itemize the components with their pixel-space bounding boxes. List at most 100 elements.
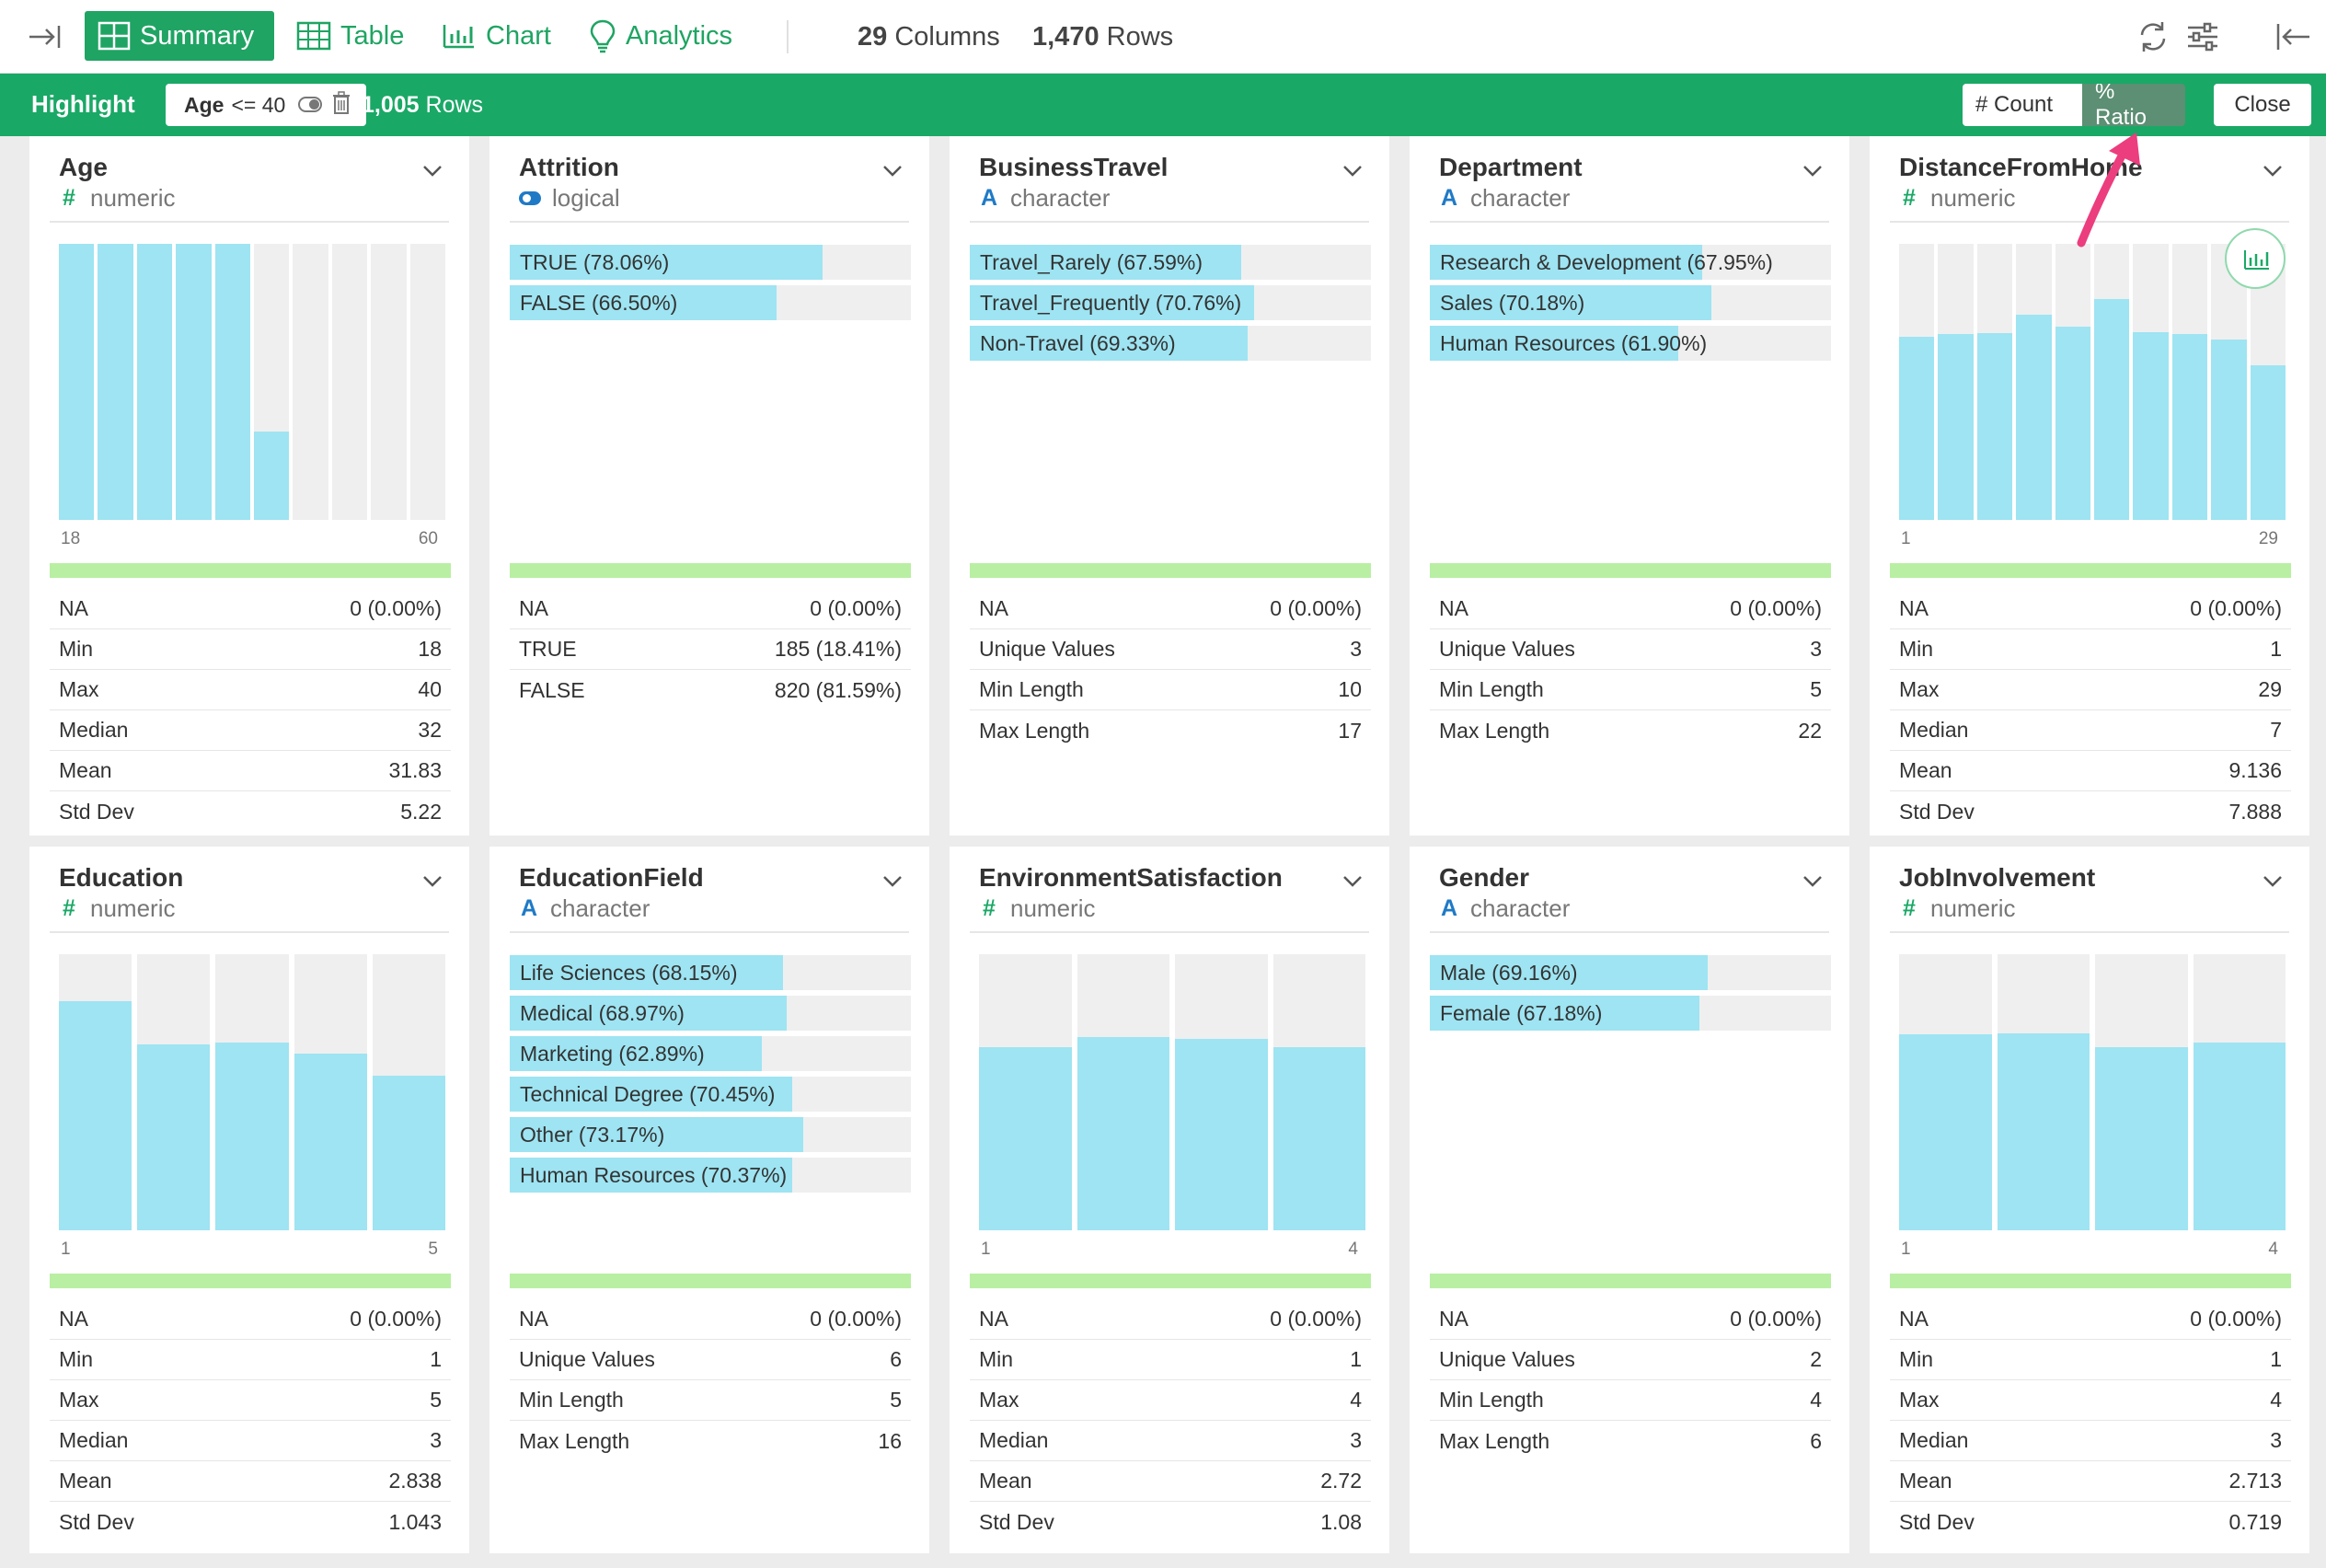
histogram[interactable] [59,244,445,520]
category-row[interactable]: Travel_Rarely (67.59%) [970,245,1371,280]
stat-value: 6 [890,1347,902,1371]
histogram-bar-fill [1175,1038,1268,1230]
histogram-bar[interactable] [254,244,290,520]
count-button[interactable]: # Count [1963,84,2082,126]
histogram-bar[interactable] [98,244,133,520]
numeric-type-icon: # [63,185,75,211]
category-row[interactable]: Sales (70.18%) [1430,285,1831,320]
stat-value: 3 [2270,1428,2282,1452]
histogram-bar-fill [1938,333,1974,520]
histogram-bar[interactable] [137,954,211,1230]
histogram[interactable] [59,954,445,1230]
stat-label: Unique Values [1439,637,1575,661]
histogram-bar[interactable] [1899,954,1992,1230]
histogram-bar[interactable] [372,954,445,1230]
column-type: # numeric [1899,894,2015,923]
histogram[interactable] [1899,954,2286,1230]
histogram-bar[interactable] [371,244,407,520]
histogram-bar[interactable] [409,244,445,520]
stat-label: Max Length [1439,718,1550,743]
histogram-bar[interactable] [1997,954,2090,1230]
histogram-bar[interactable] [331,244,368,520]
tab-table[interactable]: Table [283,11,417,61]
histogram-bar[interactable] [59,954,132,1230]
category-row[interactable]: Human Resources (70.37%) [510,1158,911,1193]
histogram-bar[interactable] [215,954,289,1230]
histogram-bar[interactable] [979,954,1072,1230]
histogram-bar[interactable] [2193,954,2286,1230]
stat-value: 3 [430,1428,442,1452]
histogram-bar[interactable] [2171,244,2208,520]
histogram-bar[interactable] [1938,244,1974,520]
axis-min-label: 1 [1901,529,1911,548]
lightbulb-icon [590,19,616,53]
histogram-bar[interactable] [293,244,328,520]
chevron-down-icon[interactable] [1802,874,1824,889]
chart-view-button[interactable] [2225,228,2286,289]
histogram-bar[interactable] [2133,244,2169,520]
histogram-bar[interactable] [1077,954,1169,1230]
tab-summary[interactable]: Summary [85,11,274,61]
chevron-down-icon[interactable] [1341,164,1364,179]
histogram-bar[interactable] [1976,244,2013,520]
chevron-down-icon[interactable] [1341,874,1364,889]
histogram-bar[interactable] [1899,244,1935,520]
refresh-icon[interactable] [2133,17,2173,57]
histogram-bar[interactable] [2095,954,2188,1230]
category-bars: Male (69.16%) Female (67.18%) [1430,955,1831,1036]
histogram-bar-fill [214,244,250,520]
category-row[interactable]: Non-Travel (69.33%) [970,326,1371,361]
histogram-bar[interactable] [136,244,173,520]
histogram-bar[interactable] [294,954,367,1230]
axis-max-label: 5 [428,1239,438,1259]
chevron-down-icon[interactable] [2262,164,2284,179]
category-row[interactable]: Technical Degree (70.45%) [510,1077,911,1112]
category-row[interactable]: Marketing (62.89%) [510,1036,911,1071]
histogram-bar[interactable] [1175,954,1268,1230]
histogram-bar[interactable] [2016,244,2052,520]
category-row[interactable]: TRUE (78.06%) [510,245,911,280]
histogram[interactable] [979,954,1365,1230]
chevron-down-icon[interactable] [881,874,904,889]
stat-label: NA [979,1307,1008,1331]
histogram-bar[interactable] [2094,244,2130,520]
category-label: FALSE (66.50%) [520,291,678,315]
histogram-bar[interactable] [214,244,250,520]
category-row[interactable]: Research & Development (67.95%) [1430,245,1831,280]
category-row[interactable]: Female (67.18%) [1430,996,1831,1031]
highlight-ratio-bar [970,563,1371,578]
category-row[interactable]: Human Resources (61.90%) [1430,326,1831,361]
chevron-down-icon[interactable] [2262,874,2284,889]
histogram-bar[interactable] [59,244,95,520]
close-button[interactable]: Close [2214,84,2311,126]
expand-sidebar-icon[interactable] [26,18,63,55]
column-card: EducationField Acharacter Life Sciences (6… [489,847,929,1553]
histogram-bar[interactable] [1272,954,1365,1230]
category-row[interactable]: Medical (68.97%) [510,996,911,1031]
chevron-down-icon[interactable] [1802,164,1824,179]
collapse-panel-icon[interactable] [2273,17,2313,57]
settings-sliders-icon[interactable] [2182,17,2223,57]
highlight-filter-pill[interactable]: Age <= 40 [166,84,366,126]
category-row[interactable]: Other (73.17%) [510,1117,911,1152]
stat-label: Unique Values [979,637,1115,661]
chevron-down-icon[interactable] [881,164,904,179]
filter-toggle[interactable] [298,97,322,112]
ratio-button[interactable]: % Ratio [2082,84,2185,126]
category-row[interactable]: Life Sciences (68.15%) [510,955,911,990]
histogram-bar[interactable] [2055,244,2090,520]
stat-row: Min 18 [50,629,451,670]
category-row[interactable]: FALSE (66.50%) [510,285,911,320]
chevron-down-icon[interactable] [421,164,443,179]
stats-table: NA 0 (0.00%) Min 1 Max 5 Median 3 Mean 2.838 Std D… [50,1299,451,1542]
highlight-bar: Highlight Age <= 40 1,005 Rows # Count %… [0,74,2326,136]
histogram-bar[interactable] [176,244,212,520]
stat-row: Std Dev 1.08 [970,1502,1371,1542]
category-label: TRUE (78.06%) [520,250,670,274]
tab-chart[interactable]: Chart [429,11,564,61]
tab-analytics[interactable]: Analytics [576,11,745,61]
chevron-down-icon[interactable] [421,874,443,889]
category-row[interactable]: Male (69.16%) [1430,955,1831,990]
trash-icon[interactable] [331,91,351,115]
category-row[interactable]: Travel_Frequently (70.76%) [970,285,1371,320]
